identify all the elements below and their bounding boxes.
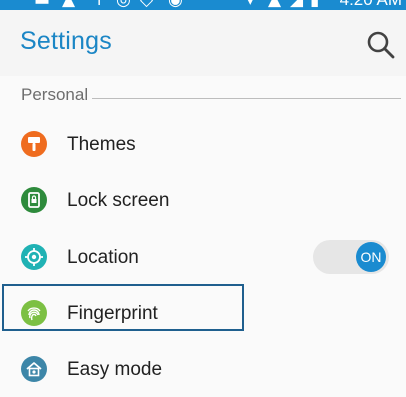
notification-icon: ◇ [140,0,154,10]
toggle-knob: ON [356,242,386,272]
themes-icon [21,131,47,157]
notification-icon: ↑ [92,0,107,10]
wifi-icon: ▾ [246,0,255,10]
status-bar: ▀ ▬ ▲ ↑ ◎ ◇ ◉ ▾ ▲ ◢ ▮ 4:20 AM [0,0,406,10]
search-icon [367,31,395,59]
settings-item-label: Lock screen [67,190,170,211]
lock-screen-icon [21,187,47,213]
easy-mode-icon [21,356,47,382]
location-icon [21,244,47,270]
fingerprint-icon [21,300,47,326]
settings-item-easy-mode[interactable]: Easy mode [0,341,406,397]
settings-item-label: Fingerprint [67,303,158,324]
battery-icon: ▮ [310,0,320,10]
settings-item-lock-screen[interactable]: Lock screen [0,172,406,228]
section-label: Personal [21,85,93,105]
settings-item-fingerprint[interactable]: Fingerprint [0,285,406,341]
signal-icon: ▲ [268,0,282,10]
settings-item-themes[interactable]: Themes [0,116,406,172]
toggle-state-label: ON [360,249,382,265]
notification-icon: ▬ [34,0,51,10]
page-title: Settings [20,27,112,55]
status-time: 4:20 AM [340,0,402,8]
settings-item-label: Easy mode [67,359,163,380]
settings-item-label: Location [67,247,139,268]
notification-icon: ◎ [116,0,131,10]
app-bar: Settings [0,10,406,76]
notification-icon: ▀ [12,0,26,10]
settings-item-location[interactable]: Location ON [0,229,406,285]
signal-icon: ◢ [290,0,304,10]
notification-icon: ▲ [62,0,76,10]
section-header: Personal [21,81,401,111]
location-toggle[interactable]: ON [313,240,389,274]
settings-item-label: Themes [67,134,136,155]
search-button[interactable] [364,28,398,62]
notification-icon: ◉ [168,0,183,10]
